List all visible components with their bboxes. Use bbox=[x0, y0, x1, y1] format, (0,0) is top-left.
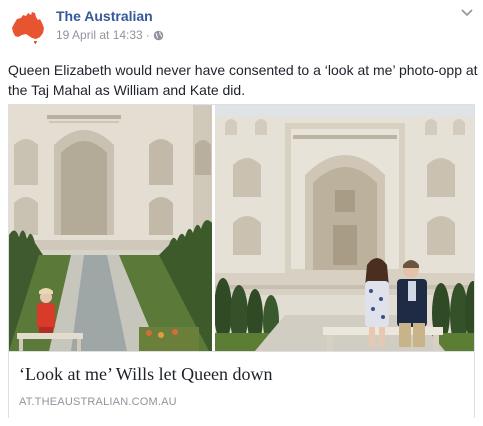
page-avatar[interactable] bbox=[8, 7, 48, 47]
facebook-post: The Australian 19 April at 14:33 · Queen… bbox=[0, 0, 483, 426]
page-name-link[interactable]: The Australian bbox=[56, 8, 153, 24]
post-options-button[interactable] bbox=[459, 6, 475, 20]
chevron-down-icon bbox=[461, 9, 473, 17]
meta-separator: · bbox=[145, 28, 150, 42]
link-preview-title[interactable]: ‘Look at me’ Wills let Queen down bbox=[19, 364, 273, 385]
queen-taj-mahal-photo bbox=[9, 105, 212, 351]
william-kate-taj-mahal-photo bbox=[215, 105, 474, 351]
australia-map-icon bbox=[12, 12, 44, 44]
post-meta: 19 April at 14:33 · bbox=[56, 28, 164, 42]
post-message: Queen Elizabeth would never have consent… bbox=[8, 62, 478, 98]
link-preview-footer: ‘Look at me’ Wills let Queen down AT.THE… bbox=[9, 351, 474, 418]
globe-icon[interactable] bbox=[153, 30, 164, 41]
link-preview-card[interactable]: ‘Look at me’ Wills let Queen down AT.THE… bbox=[8, 104, 475, 418]
link-preview-images bbox=[9, 105, 474, 351]
link-preview-domain: AT.THEAUSTRALIAN.COM.AU bbox=[19, 396, 177, 408]
post-timestamp[interactable]: 19 April at 14:33 bbox=[56, 28, 143, 42]
